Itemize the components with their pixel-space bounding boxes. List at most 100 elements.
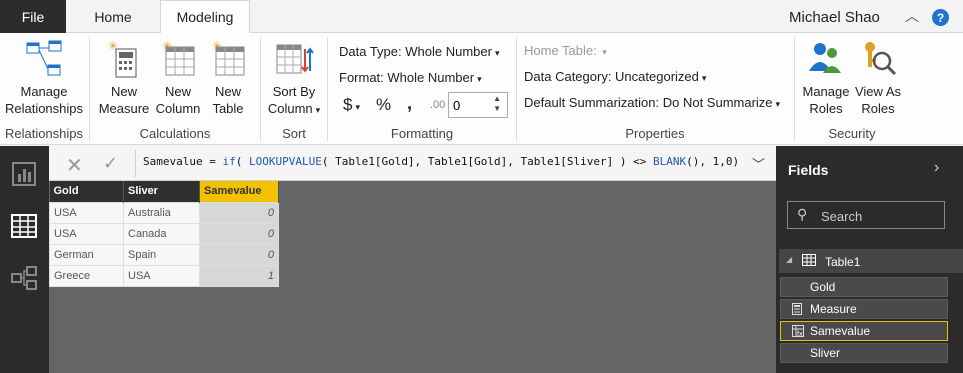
collapse-ribbon-icon[interactable]: ︿ (905, 6, 919, 26)
calculator-icon (792, 303, 802, 315)
formula-input[interactable]: Samevalue = if( LOOKUPVALUE( Table1[Gold… (143, 155, 739, 168)
help-icon[interactable]: ? (932, 9, 949, 26)
expand-formula-icon[interactable]: ﹀ (752, 154, 765, 173)
table-cell[interactable]: Spain (123, 243, 200, 266)
manage-relationships-label-1: Manage (20, 84, 68, 99)
new-column-label-2: Column (155, 101, 201, 116)
fields-search-input[interactable] (787, 201, 945, 229)
search-icon: ⚲ (797, 206, 808, 222)
svg-text:fx: fx (797, 331, 803, 337)
decimal-places-value: 0 (453, 98, 461, 113)
new-measure-label-2: Measure (98, 101, 150, 116)
group-label-relationships: Relationships (4, 126, 84, 141)
group-label-properties: Properties (625, 126, 685, 141)
fields-table-name: Table1 (825, 255, 861, 269)
tab-home[interactable]: Home (68, 0, 158, 33)
table-cell[interactable]: 0 (199, 243, 279, 266)
table-cell[interactable]: Greece (49, 264, 124, 287)
fields-pane-title: Fields (788, 162, 829, 178)
view-as-roles-icon (865, 42, 897, 76)
user-name[interactable]: Michael Shao (789, 9, 880, 26)
data-category-dropdown[interactable]: Data Category: Uncategorized ▾ (524, 69, 706, 84)
manage-roles-button[interactable]: Manage Roles (799, 39, 853, 117)
group-label-sort: Sort (282, 126, 306, 141)
new-table-button[interactable]: ✳ New Table (205, 39, 251, 117)
view-as-roles-label-1: View As (854, 84, 901, 99)
home-table-dropdown[interactable]: Home Table: ▾ (524, 43, 607, 58)
view-as-roles-button[interactable]: View As Roles (854, 39, 902, 117)
search-placeholder: Search (821, 209, 863, 224)
table-row: USA Canada 0 (49, 222, 279, 245)
currency-button[interactable]: $ ▾ (343, 95, 360, 115)
field-label: Gold (810, 280, 836, 294)
column-header-sliver[interactable]: Sliver (123, 181, 200, 202)
field-label: Sliver (810, 346, 841, 360)
formula-divider (135, 150, 136, 177)
new-measure-label-1: New (110, 84, 137, 99)
field-item-measure[interactable]: Measure (780, 299, 948, 319)
table-cell[interactable]: Australia (123, 201, 200, 224)
sort-by-column-button[interactable]: Sort By Column ▾ (265, 39, 323, 119)
collapse-triangle-icon[interactable]: ◢ (786, 255, 792, 264)
table-cell[interactable]: German (49, 243, 124, 266)
table-icon (802, 254, 816, 266)
manage-relationships-button[interactable]: Manage Relationships (4, 39, 84, 117)
data-table: Gold Sliver Samevalue USA Australia 0 US… (49, 181, 279, 287)
table-cell[interactable]: 0 (199, 222, 279, 245)
new-column-button[interactable]: ✳ New Column (153, 39, 203, 117)
roles-icon (809, 43, 841, 73)
new-table-label-2: Table (212, 101, 244, 116)
group-label-calculations: Calculations (139, 126, 211, 141)
new-measure-button[interactable]: ✳ New Measure (98, 39, 150, 117)
collapse-pane-icon[interactable]: › (934, 159, 939, 177)
column-header-gold[interactable]: Gold (49, 181, 124, 202)
view-switcher-rail (0, 146, 49, 373)
new-table-label-1: New (214, 84, 241, 99)
table-header-row: Gold Sliver Samevalue (49, 181, 279, 202)
calculated-column-icon: fx (792, 325, 804, 337)
table-row: German Spain 0 (49, 243, 279, 266)
table-cell[interactable]: USA (123, 264, 200, 287)
relationships-icon (26, 40, 62, 76)
table-cell[interactable]: Canada (123, 222, 200, 245)
data-type-dropdown[interactable]: Data Type: Whole Number ▾ (339, 44, 499, 59)
comma-button[interactable]: , (407, 93, 412, 114)
table-cell[interactable]: USA (49, 222, 124, 245)
sort-by-column-label-1: Sort By (272, 84, 316, 99)
relationship-view-icon[interactable] (10, 264, 38, 292)
cancel-formula-icon[interactable]: ✕ (66, 153, 83, 178)
stepper-arrows-icon[interactable]: ▲ ▼ (493, 94, 501, 114)
format-dropdown[interactable]: Format: Whole Number ▾ (339, 70, 482, 85)
data-view-icon[interactable] (10, 212, 38, 240)
tab-file[interactable]: File (0, 0, 66, 33)
field-item-sliver[interactable]: Sliver (780, 343, 948, 363)
commit-formula-icon[interactable]: ✓ (103, 153, 118, 174)
sort-by-column-label-2: Column ▾ (267, 101, 321, 116)
table-row: USA Australia 0 (49, 201, 279, 224)
table-cell[interactable]: USA (49, 201, 124, 224)
table-cell[interactable]: 1 (199, 264, 279, 287)
new-column-label-1: New (164, 84, 191, 99)
group-label-security: Security (828, 126, 876, 141)
ribbon: Manage Relationships Relationships ✳ New… (0, 33, 963, 145)
view-as-roles-label-2: Roles (861, 101, 895, 116)
calculator-icon: ✳ (108, 39, 137, 78)
manage-roles-label-2: Roles (809, 101, 843, 116)
column-header-samevalue[interactable]: Samevalue (199, 181, 279, 202)
decimal-button[interactable]: .00 (430, 99, 445, 111)
table-row: Greece USA 1 (49, 264, 279, 287)
percent-button[interactable]: % (376, 95, 391, 115)
power-bi-window: File Home Modeling Michael Shao ︿ ? Mana… (0, 0, 963, 373)
field-label: Measure (810, 302, 857, 316)
report-view-icon[interactable] (10, 160, 38, 188)
field-item-samevalue[interactable]: fx Samevalue (780, 321, 948, 341)
manage-relationships-label-2: Relationships (4, 101, 84, 116)
default-summarization-dropdown[interactable]: Default Summarization: Do Not Summarize ▾ (524, 95, 780, 110)
sort-icon (276, 44, 314, 74)
tab-modeling[interactable]: Modeling (160, 0, 250, 34)
decimal-places-stepper[interactable]: 0 ▲ ▼ (448, 92, 508, 118)
table-cell[interactable]: 0 (199, 201, 279, 224)
field-label: Samevalue (810, 324, 871, 338)
new-table-icon: ✳ (212, 39, 245, 76)
field-item-gold[interactable]: Gold (780, 277, 948, 297)
